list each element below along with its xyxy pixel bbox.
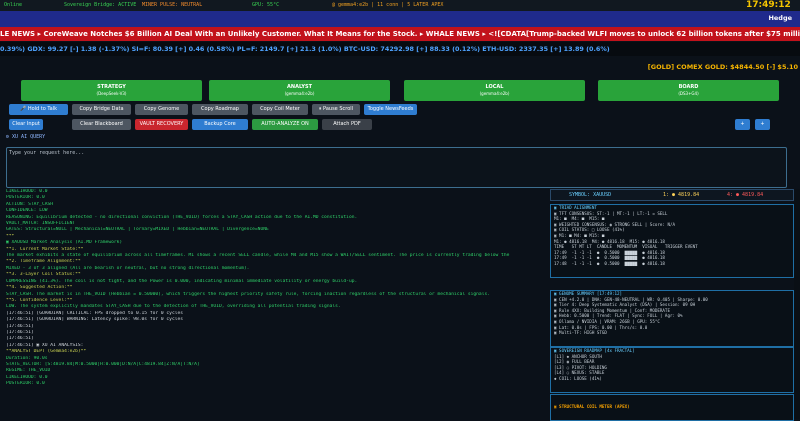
scrollbar[interactable] bbox=[794, 189, 800, 419]
bridge-status: Sovereign Bridge: ACTIVE bbox=[64, 2, 137, 8]
button-label: Toggle NewsFeeds bbox=[367, 106, 414, 112]
button-label: Pause Scroll bbox=[323, 106, 354, 112]
gold-ticker-text: [GOLD] COMEX GOLD: $4844.50 [-] $5.10 bbox=[647, 63, 798, 71]
button-label: Hold to Talk bbox=[27, 106, 57, 112]
symbol-label: SYMBOL: XAUUSD bbox=[569, 192, 612, 198]
model-subtitle: (DS3+G4) bbox=[678, 91, 699, 96]
copy-genome-button[interactable]: Copy Genome bbox=[135, 104, 188, 115]
clear-blackboard-button[interactable]: Clear Blackboard bbox=[72, 119, 131, 130]
log-line: The market exhibits a state of equilibri… bbox=[6, 253, 510, 259]
query-box bbox=[6, 147, 787, 188]
query-label-text: XU AI QUERY bbox=[12, 134, 46, 140]
symbol-price-1: 1: ● 4819.84 bbox=[663, 192, 700, 198]
status-bar: Online Sovereign Bridge: ACTIVE MINER PU… bbox=[0, 0, 800, 11]
vault-recovery-button[interactable]: VAULT RECOVERY bbox=[135, 119, 188, 130]
right-panels: SYMBOL: XAUUSD 1: ● 4819.84 4: ● 4819.84… bbox=[550, 189, 794, 421]
model-subtitle: (gemma4:e2b) bbox=[284, 91, 315, 96]
button-label: VAULT RECOVERY bbox=[139, 121, 184, 127]
zoom-label: + bbox=[760, 121, 765, 127]
pause-scroll-button[interactable]: ⏸ Pause Scroll bbox=[312, 104, 360, 115]
panel-line: 17:48 -1 -1 -1 ● 0.5000 ▇▇▇▇▇ ● 4816.18 bbox=[554, 260, 665, 266]
model-title: STRATEGY bbox=[97, 84, 126, 90]
local-model-button[interactable]: LOCAL (gemma4:e2b) bbox=[404, 80, 585, 101]
button-label: Backup Core bbox=[204, 121, 236, 127]
panel-line: ◆ COIL: LOOSE (41%) bbox=[554, 375, 602, 381]
button-label: Clear Input bbox=[12, 121, 40, 127]
symbol-price-2: 4: ● 4819.84 bbox=[727, 192, 764, 198]
connection-status: @ gemma4:e2b | 11 conn | 5 LATER APEX bbox=[332, 2, 444, 8]
backup-core-button[interactable]: Backup Core bbox=[192, 119, 248, 130]
clock: 17:49:12 bbox=[746, 0, 791, 10]
roadmap-panel: ▣ SOVEREIGN ROADMAP [4x FRACTAL] [L1] ◆ A… bbox=[550, 347, 794, 393]
copy-coil-meter-button[interactable]: Copy Coil Meter bbox=[252, 104, 308, 115]
panel-line: ▣ Multi-TF: HIGH STGD bbox=[554, 330, 607, 336]
triad-panel: ▣ TRIAD ALIGNMENT ▣ TFT CONSENSUS: ST:-1 … bbox=[550, 204, 794, 278]
model-subtitle: (gemma4:e2b) bbox=[479, 91, 510, 96]
analyst-model-button[interactable]: ANALYST (gemma4:e2b) bbox=[209, 80, 390, 101]
query-input[interactable] bbox=[7, 148, 786, 187]
attach-pdf-button[interactable]: Attach PDF bbox=[322, 119, 372, 130]
coil-meter-title: ▣ STRUCTURAL COIL METER (APEX) bbox=[554, 404, 630, 409]
hedge-label: Hedge bbox=[768, 14, 792, 22]
strategy-model-button[interactable]: STRATEGY (DeepSeek-V3) bbox=[21, 80, 202, 101]
toggle-newsfeeds-button[interactable]: Toggle NewsFeeds bbox=[364, 104, 417, 115]
gold-ticker: [GOLD] COMEX GOLD: $4844.50 [-] $5.10 bbox=[0, 61, 800, 73]
button-label: Copy Roadmap bbox=[201, 106, 239, 112]
query-label: ⚙ XU AI QUERY bbox=[6, 134, 46, 140]
zoom-label: + bbox=[740, 121, 745, 127]
clear-input-button[interactable]: Clear Input bbox=[9, 119, 43, 130]
button-label: Copy Coil Meter bbox=[260, 106, 300, 112]
log-line: POSTERIOR: 0.0 bbox=[6, 381, 45, 387]
model-title: ANALYST bbox=[287, 84, 312, 90]
auto-analyze-toggle[interactable]: AUTO-ANALYZE ON bbox=[252, 119, 318, 130]
news-ticker: LE NEWS ▸ CoreWeave Notches $6 Billion A… bbox=[0, 27, 800, 41]
miner-pulse-status: MINER PULSE: NEUTRAL bbox=[142, 2, 203, 8]
symbol-bar: SYMBOL: XAUUSD 1: ● 4819.84 4: ● 4819.84 bbox=[550, 189, 794, 201]
hedge-bar: Hedge bbox=[0, 11, 800, 27]
hold-to-talk-button[interactable]: 🎤 Hold to Talk bbox=[9, 104, 68, 115]
model-subtitle: (DeepSeek-V3) bbox=[96, 91, 127, 96]
copy-bridge-data-button[interactable]: Copy Bridge Data bbox=[72, 104, 131, 115]
zoom-in-button-2[interactable]: + bbox=[755, 119, 770, 130]
coil-meter-panel: ▣ STRUCTURAL COIL METER (APEX) bbox=[550, 394, 794, 421]
copy-roadmap-button[interactable]: Copy Roadmap bbox=[192, 104, 248, 115]
zoom-in-button-1[interactable]: + bbox=[735, 119, 750, 130]
button-label: AUTO-ANALYZE ON bbox=[261, 121, 309, 127]
genome-panel: ▣ GENOME SUMMARY [17:49:12] ▣ CEN +4.2.0 … bbox=[550, 290, 794, 347]
model-title: LOCAL bbox=[485, 84, 504, 90]
gpu-status: GPU: 55°C bbox=[252, 2, 280, 8]
log-line: STAY_CASH. The market is in THE_VOID (He… bbox=[6, 291, 490, 297]
board-model-button[interactable]: BOARD (DS3+G4) bbox=[598, 80, 779, 101]
analysis-log: LIKELIHOOD: 0.0 POSTERIOR: 0.0 ACTION: STA… bbox=[6, 189, 548, 419]
market-ticker: 0.39%) GDX: 99.27 [-] 1.38 (-1.37%) SI=F… bbox=[0, 42, 800, 56]
online-status: Online bbox=[4, 2, 23, 8]
model-title: BOARD bbox=[678, 84, 699, 90]
button-label: Copy Genome bbox=[143, 106, 180, 112]
button-label: Attach PDF bbox=[333, 121, 361, 127]
button-label: Copy Bridge Data bbox=[79, 106, 124, 112]
button-label: Clear Blackboard bbox=[80, 121, 123, 127]
